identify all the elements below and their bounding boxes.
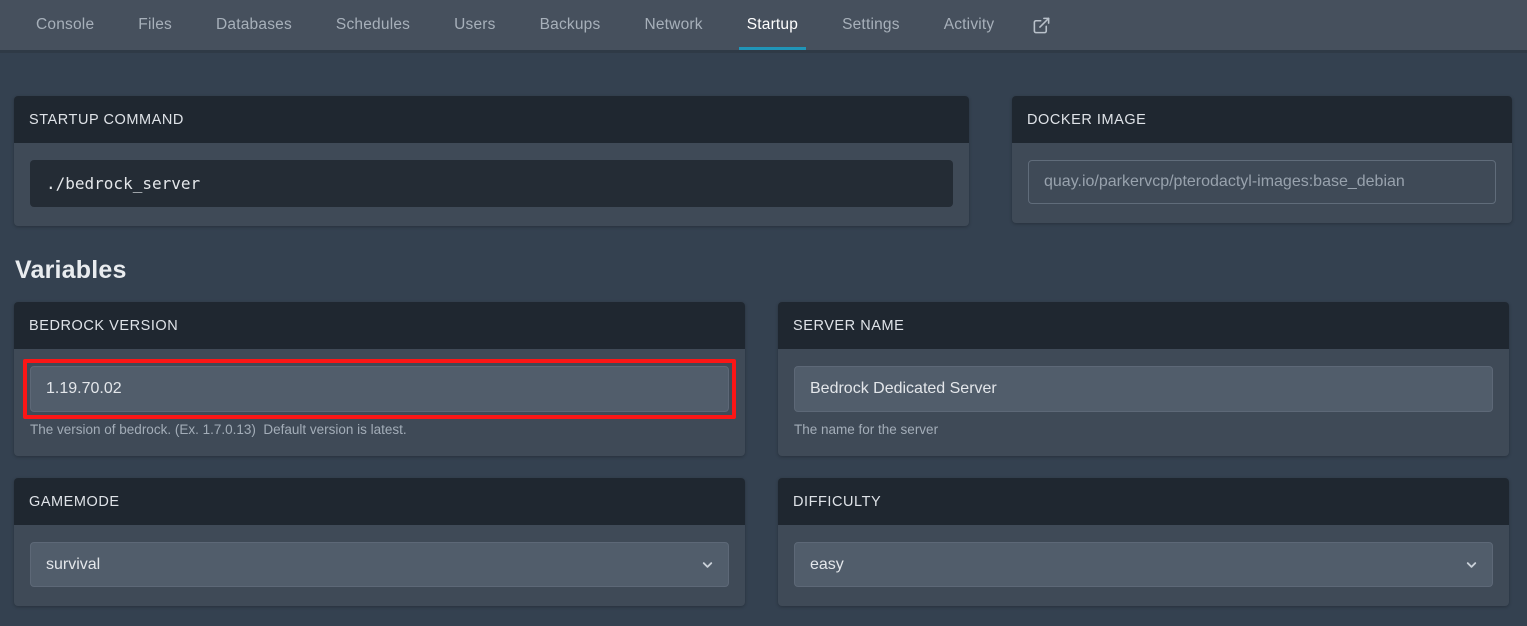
docker-image-panel: DOCKER IMAGE [1012,96,1512,223]
nav-tab-settings[interactable]: Settings [820,0,922,50]
server-name-column: SERVER NAME The name for the server [778,302,1509,456]
bedrock-version-header: BEDROCK VERSION [14,302,745,349]
startup-command-header: STARTUP COMMAND [14,96,969,143]
top-navigation-bar: Console Files Databases Schedules Users … [0,0,1527,53]
startup-page-content: STARTUP COMMAND DOCKER IMAGE Variables B… [0,96,1527,606]
gamemode-body: survival [14,525,745,606]
nav-tab-databases[interactable]: Databases [194,0,314,50]
nav-tab-label: Settings [842,16,900,33]
nav-tab-files[interactable]: Files [116,0,194,50]
server-name-help-text: The name for the server [794,422,939,437]
docker-image-column: DOCKER IMAGE [1012,96,1512,223]
bedrock-version-help-text: The version of bedrock. (Ex. 1.7.0.13) D… [30,422,407,437]
external-link-icon [1032,16,1051,35]
gamemode-panel: GAMEMODE survival [14,478,745,606]
top-row: STARTUP COMMAND DOCKER IMAGE [14,96,1513,226]
gamemode-select-wrapper: survival [30,542,729,587]
startup-command-input[interactable] [30,160,953,207]
difficulty-header: DIFFICULTY [778,478,1509,525]
nav-tab-label: Databases [216,16,292,33]
bedrock-version-input[interactable] [30,366,729,412]
gamemode-column: GAMEMODE survival [14,478,745,606]
nav-tab-activity[interactable]: Activity [922,0,1017,50]
nav-tab-label: Network [644,16,703,33]
nav-tab-label: Files [138,16,173,33]
variables-row-1: BEDROCK VERSION The version of bedrock. … [14,302,1513,456]
nav-tab-backups[interactable]: Backups [518,0,623,50]
difficulty-panel: DIFFICULTY easy [778,478,1509,606]
nav-tab-schedules[interactable]: Schedules [314,0,432,50]
difficulty-body: easy [778,525,1509,606]
difficulty-select-wrapper: easy [794,542,1493,587]
nav-tab-network[interactable]: Network [622,0,724,50]
docker-image-input[interactable] [1028,160,1496,204]
docker-image-body [1012,143,1512,223]
startup-command-body [14,143,969,226]
nav-tab-label: Activity [943,16,995,33]
startup-command-panel: STARTUP COMMAND [14,96,969,226]
difficulty-column: DIFFICULTY easy [778,478,1509,606]
nav-tab-label: Console [36,16,95,33]
server-name-body: The name for the server [778,349,1509,456]
nav-tab-label: Startup [746,16,799,33]
bedrock-version-panel: BEDROCK VERSION The version of bedrock. … [14,302,745,456]
bedrock-version-column: BEDROCK VERSION The version of bedrock. … [14,302,745,456]
nav-tab-users[interactable]: Users [432,0,517,50]
nav-tab-label: Schedules [335,16,411,33]
variables-row-2: GAMEMODE survival DIFFICULTY easy [14,478,1513,606]
nav-tab-label: Users [454,16,496,33]
gamemode-header: GAMEMODE [14,478,745,525]
nav-tab-label: Backups [539,16,601,33]
server-name-panel: SERVER NAME The name for the server [778,302,1509,456]
variables-section-title: Variables [15,256,127,284]
server-name-header: SERVER NAME [778,302,1509,349]
server-name-input[interactable] [794,366,1493,412]
docker-image-header: DOCKER IMAGE [1012,96,1512,143]
startup-command-column: STARTUP COMMAND [14,96,969,226]
difficulty-select[interactable]: easy [794,542,1493,587]
bedrock-version-body: The version of bedrock. (Ex. 1.7.0.13) D… [14,349,745,456]
gamemode-select[interactable]: survival [30,542,729,587]
bedrock-version-input-wrapper [23,359,736,419]
nav-tab-startup[interactable]: Startup [725,0,820,50]
external-link-button[interactable] [1016,0,1067,50]
nav-tab-console[interactable]: Console [14,0,116,50]
